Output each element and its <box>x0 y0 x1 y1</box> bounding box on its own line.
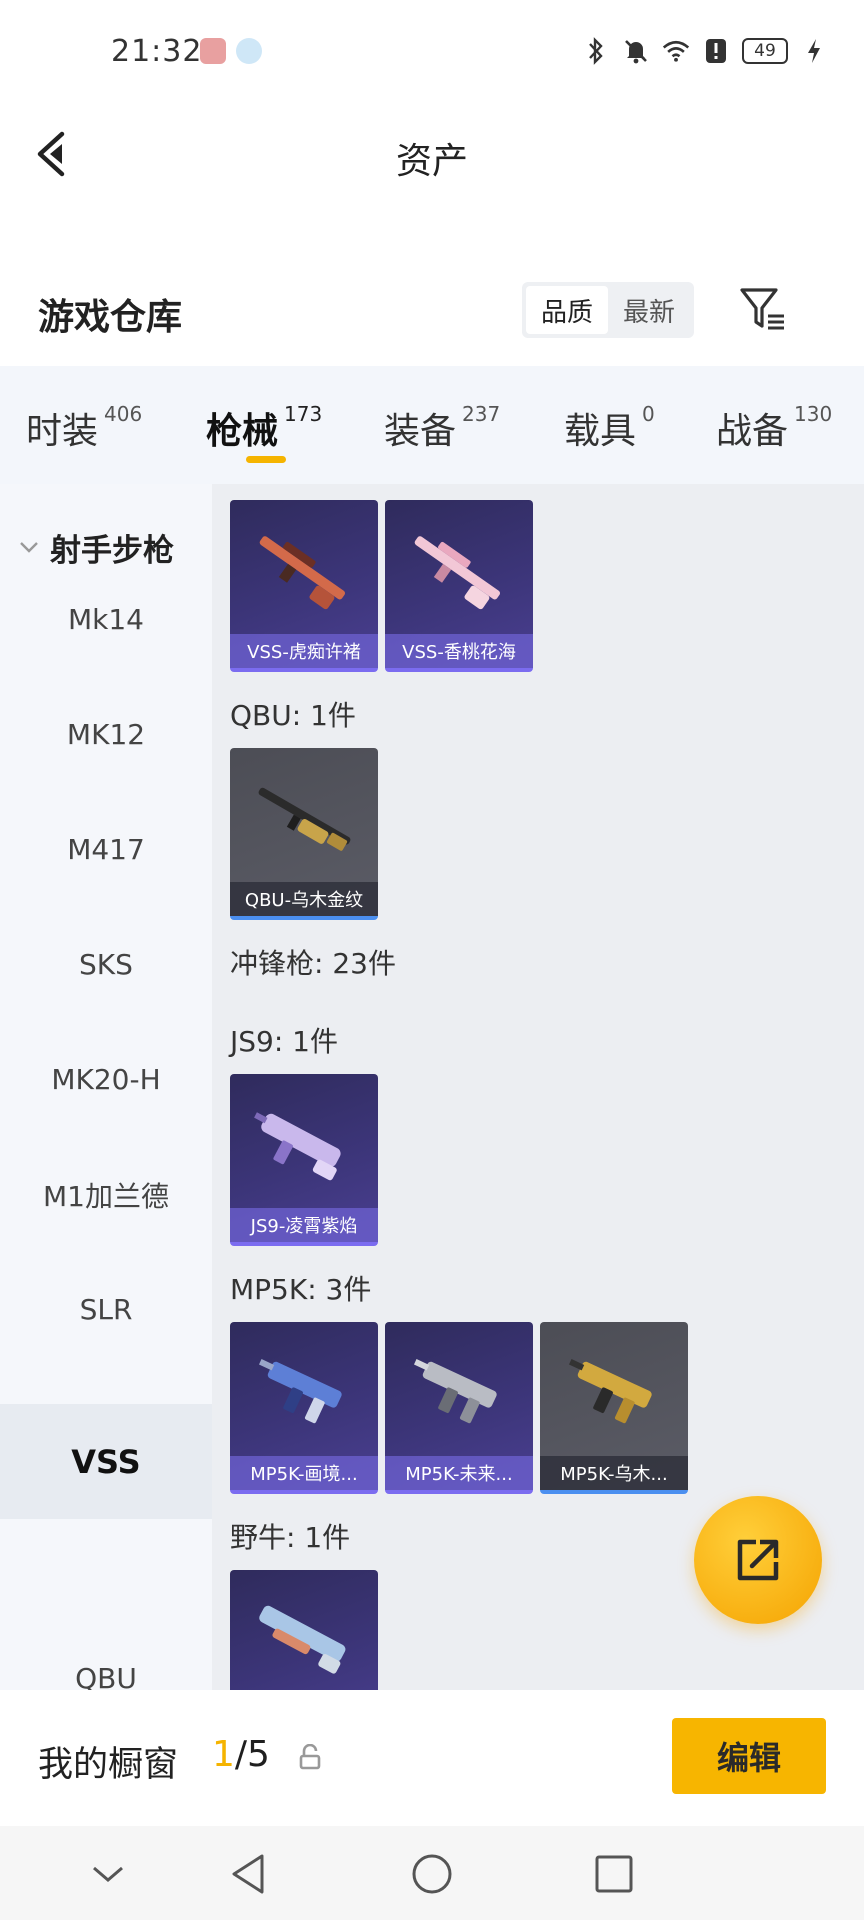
sort-toggle: 品质 最新 <box>522 282 694 338</box>
sidebar-item-sks[interactable]: SKS <box>0 907 212 1022</box>
showcase-bar: 我的橱窗 1/5 编辑 <box>0 1690 864 1826</box>
rifle-image <box>414 536 501 610</box>
nav-down-icon <box>93 1866 123 1882</box>
nav-recent-button[interactable] <box>586 1846 642 1902</box>
section-label-smg: 冲锋枪: 23件 <box>230 947 396 980</box>
rifle-image <box>258 787 351 851</box>
rifle-image <box>259 536 346 610</box>
app-notification-icon <box>236 38 262 64</box>
weapon-sidebar: 射手步枪 Mk14 MK12 M417 SKS MK20-H M1加兰德 SLR… <box>0 484 212 1690</box>
filter-icon <box>740 288 784 330</box>
app-header: 资产 <box>0 104 864 204</box>
nav-home-button[interactable] <box>404 1846 460 1902</box>
showcase-count: 1/5 <box>212 1734 270 1775</box>
active-tab-indicator <box>246 456 286 463</box>
weapon-name: VSS-香桃花海 <box>385 634 533 668</box>
charging-icon <box>800 36 828 66</box>
section-label-bizon: 野牛: 1件 <box>230 1521 351 1554</box>
nav-collapse-button[interactable] <box>80 1846 136 1902</box>
smg-image <box>259 1605 346 1674</box>
sidebar-item-mk12[interactable]: MK12 <box>0 677 212 792</box>
tab-count: 173 <box>284 402 323 426</box>
tab-count: 406 <box>104 402 143 426</box>
chevron-down-icon <box>20 542 38 553</box>
sidebar-item-mk20h[interactable]: MK20-H <box>0 1022 212 1137</box>
sidebar-item-mk14[interactable]: Mk14 <box>0 562 212 677</box>
smg-image <box>254 1112 341 1181</box>
tab-fashion[interactable]: 时装 406 <box>26 402 142 454</box>
tab-equipment[interactable]: 装备 237 <box>384 402 500 454</box>
weapon-card[interactable]: QBU-乌木金纹 <box>230 748 378 920</box>
tab-count: 0 <box>642 402 655 426</box>
tab-label: 装备 <box>384 411 457 452</box>
sidebar-item-qbu[interactable]: QBU <box>0 1621 212 1690</box>
tab-count: 130 <box>794 402 833 426</box>
tab-label: 战备 <box>716 411 789 452</box>
section-label-qbu: QBU: 1件 <box>230 699 356 732</box>
tab-vehicles[interactable]: 载具 0 <box>564 402 655 454</box>
tab-guns[interactable]: 枪械 173 <box>206 402 322 454</box>
bluetooth-icon <box>582 36 610 66</box>
sidebar-item-vss[interactable]: VSS <box>0 1404 212 1519</box>
weapon-card[interactable]: MP5K-乌木... <box>540 1322 688 1494</box>
weapon-card[interactable]: MP5K-画境... <box>230 1322 378 1494</box>
share-fab-button[interactable] <box>694 1496 822 1624</box>
smg-image <box>258 1359 342 1424</box>
battery-indicator: 49 <box>742 38 788 64</box>
sidebar-item-m417[interactable]: M417 <box>0 792 212 907</box>
tab-label: 载具 <box>564 411 637 452</box>
tab-label: 枪械 <box>206 411 279 452</box>
sidebar-item-m1-garand[interactable]: M1加兰德 <box>0 1137 212 1252</box>
weapon-name: MP5K-乌木... <box>540 1456 688 1490</box>
nav-back-icon <box>232 1854 264 1894</box>
lock-icon <box>299 1744 321 1770</box>
weapon-name: JS9-凌霄紫焰 <box>230 1208 378 1242</box>
weapon-name: MP5K-未来... <box>385 1456 533 1490</box>
tab-label: 时装 <box>26 411 99 452</box>
smg-image <box>413 1359 497 1424</box>
sidebar-item-slr[interactable]: SLR <box>0 1252 212 1367</box>
edit-button[interactable]: 编辑 <box>672 1718 826 1794</box>
share-icon <box>737 1539 779 1581</box>
showcase-title: 我的橱窗 <box>38 1745 179 1785</box>
weapon-card[interactable]: JS9-凌霄紫焰 <box>230 1074 378 1246</box>
sort-quality-button[interactable]: 品质 <box>526 286 608 334</box>
smg-image <box>568 1359 652 1424</box>
section-label-js9: JS9: 1件 <box>230 1025 338 1058</box>
weapon-name: VSS-虎痴许褚 <box>230 634 378 668</box>
weapon-name: MP5K-画境... <box>230 1456 378 1490</box>
filter-button[interactable] <box>738 284 788 334</box>
weapon-card[interactable]: MP5K-未来... <box>385 1322 533 1494</box>
tab-count: 237 <box>462 402 501 426</box>
alert-icon <box>702 36 730 66</box>
warehouse-header: 游戏仓库 品质 最新 <box>0 270 864 360</box>
app-notification-icon <box>200 38 226 64</box>
weapon-card[interactable]: VSS-香桃花海 <box>385 500 533 672</box>
nav-home-icon <box>412 1854 452 1894</box>
nav-recent-icon <box>595 1855 633 1893</box>
status-time: 21:32 <box>111 34 203 69</box>
showcase-total: /5 <box>234 1734 270 1775</box>
category-tabs: 时装 406 枪械 173 装备 237 载具 0 战备 130 <box>0 366 864 484</box>
sort-newest-button[interactable]: 最新 <box>608 286 690 334</box>
weapon-name: QBU-乌木金纹 <box>230 882 378 916</box>
section-label-mp5k: MP5K: 3件 <box>230 1273 372 1306</box>
page-title: 资产 <box>395 141 468 182</box>
weapon-card[interactable] <box>230 1570 378 1690</box>
tab-supplies[interactable]: 战备 130 <box>716 402 832 454</box>
system-nav-bar <box>0 1826 864 1920</box>
mute-bell-icon <box>622 36 650 66</box>
showcase-current: 1 <box>212 1734 235 1775</box>
nav-back-button[interactable] <box>220 1846 276 1902</box>
status-bar: 21:32 49 <box>0 0 864 104</box>
weapon-card[interactable]: VSS-虎痴许褚 <box>230 500 378 672</box>
status-icons: 49 <box>582 36 828 66</box>
warehouse-title: 游戏仓库 <box>38 297 183 338</box>
wifi-icon <box>662 36 690 66</box>
